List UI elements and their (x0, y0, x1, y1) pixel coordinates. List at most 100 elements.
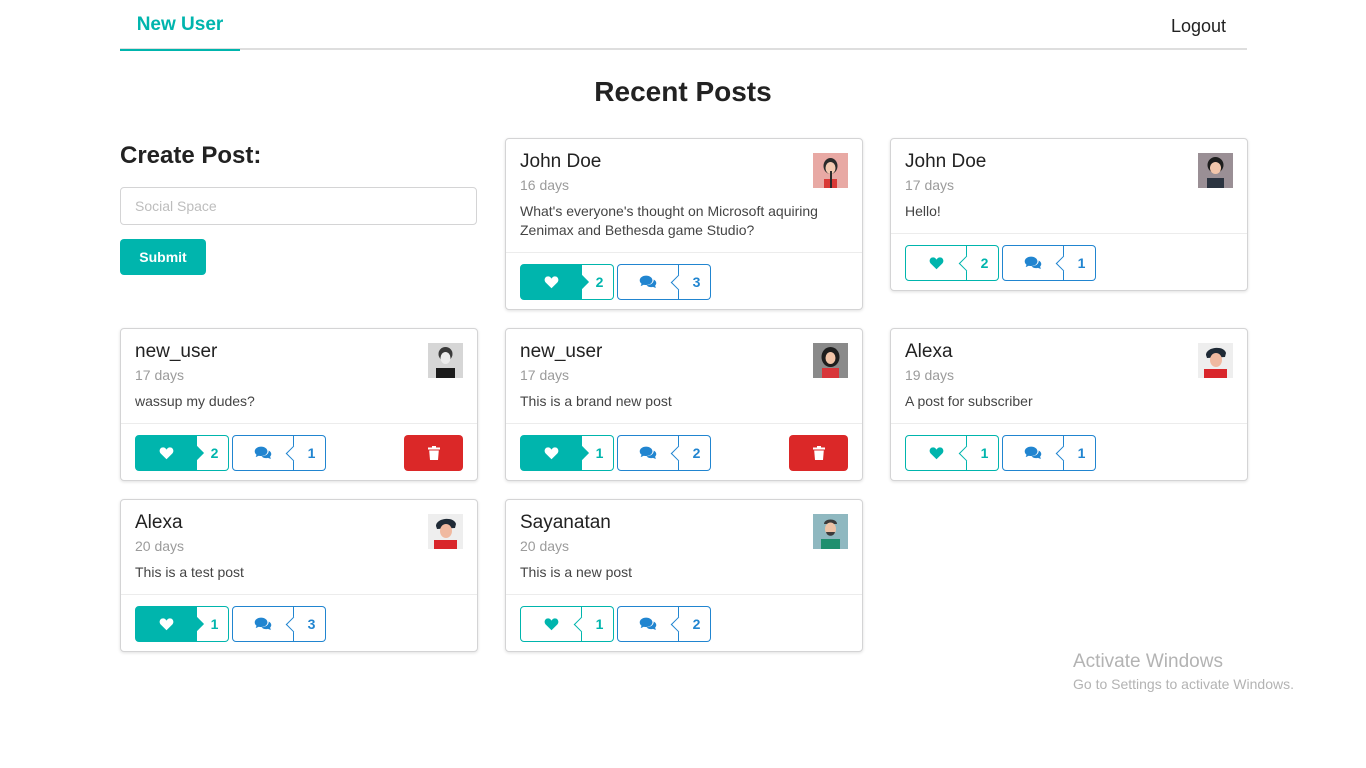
watermark-subtitle: Go to Settings to activate Windows. (1073, 676, 1294, 692)
post-time[interactable]: 19 days (905, 367, 1233, 383)
post-author[interactable]: new_user (520, 341, 848, 363)
post-author[interactable]: Alexa (905, 341, 1233, 363)
submit-button[interactable]: Submit (120, 239, 206, 275)
post-actions: 2 1 (891, 233, 1247, 290)
post-author[interactable]: new_user (135, 341, 463, 363)
logout-link[interactable]: Logout (1171, 0, 1226, 50)
post-card: John Doe 16 days What's everyone's thoug… (505, 138, 863, 310)
comment-button[interactable]: 3 (232, 606, 326, 642)
top-menu: New User Logout (120, 0, 1247, 51)
like-button-face (520, 264, 582, 300)
post-body: Hello! (905, 203, 941, 219)
post-content: Sayanatan 20 days This is a new post (506, 500, 862, 594)
like-button[interactable]: 1 (135, 606, 229, 642)
post-card: Alexa 19 days A post for subscriber 1 1 (890, 328, 1248, 481)
post-card: new_user 17 days wassup my dudes? 2 1 (120, 328, 478, 481)
like-button[interactable]: 2 (520, 264, 614, 300)
activate-windows-watermark: Activate Windows Go to Settings to activ… (1073, 651, 1294, 692)
comments-icon (639, 275, 657, 289)
post-author[interactable]: Sayanatan (520, 512, 848, 534)
post-actions: 1 2 (506, 423, 862, 480)
post-body: A post for subscriber (905, 393, 1033, 409)
heart-icon (159, 447, 173, 460)
tab-new-user[interactable]: New User (120, 0, 240, 51)
like-button[interactable]: 1 (520, 435, 614, 471)
comment-button[interactable]: 2 (617, 606, 711, 642)
post-time[interactable]: 17 days (520, 367, 848, 383)
comment-button[interactable]: 1 (1002, 435, 1096, 471)
delete-post-button[interactable] (789, 435, 848, 471)
like-button[interactable]: 1 (520, 606, 614, 642)
like-count: 1 (197, 606, 229, 642)
post-time[interactable]: 20 days (135, 538, 463, 554)
post-content: Alexa 20 days This is a test post (121, 500, 477, 594)
comment-count: 3 (294, 606, 326, 642)
post-time[interactable]: 17 days (135, 367, 463, 383)
post-body-input[interactable] (120, 187, 477, 225)
avatar (428, 514, 463, 549)
post-time[interactable]: 20 days (520, 538, 848, 554)
heart-icon (929, 447, 943, 460)
post-actions: 1 2 (506, 594, 862, 651)
post-body: This is a new post (520, 564, 633, 580)
like-count: 2 (197, 435, 229, 471)
post-actions: 2 3 (506, 252, 862, 309)
comments-icon (639, 446, 657, 460)
comments-icon (639, 617, 657, 631)
trash-icon (427, 446, 440, 460)
post-content: John Doe 17 days Hello! (891, 139, 1247, 233)
post-author[interactable]: Alexa (135, 512, 463, 534)
heart-icon (544, 447, 558, 460)
avatar (428, 343, 463, 378)
post-card: Sayanatan 20 days This is a new post 1 2 (505, 499, 863, 652)
post-content: new_user 17 days wassup my dudes? (121, 329, 477, 423)
post-body: What's everyone's thought on Microsoft a… (520, 203, 818, 238)
comments-icon (1024, 446, 1042, 460)
post-body: wassup my dudes? (135, 393, 255, 409)
post-body: This is a test post (135, 564, 244, 580)
avatar (1198, 343, 1233, 378)
heart-icon (159, 618, 173, 631)
post-actions: 1 1 (891, 423, 1247, 480)
post-content: John Doe 16 days What's everyone's thoug… (506, 139, 862, 252)
post-card: new_user 17 days This is a brand new pos… (505, 328, 863, 481)
like-count: 1 (582, 606, 614, 642)
avatar (1198, 153, 1233, 188)
comment-count: 2 (679, 606, 711, 642)
like-button[interactable]: 2 (135, 435, 229, 471)
post-author[interactable]: John Doe (905, 151, 1233, 173)
post-card: Alexa 20 days This is a test post 1 3 (120, 499, 478, 652)
comments-icon (254, 446, 272, 460)
comment-button[interactable]: 1 (1002, 245, 1096, 281)
post-content: Alexa 19 days A post for subscriber (891, 329, 1247, 423)
create-post-form: Create Post: Submit (120, 138, 477, 275)
like-count: 1 (967, 435, 999, 471)
comment-count: 3 (679, 264, 711, 300)
delete-post-button[interactable] (404, 435, 463, 471)
like-button-face (135, 435, 197, 471)
like-button-face (135, 606, 197, 642)
comments-icon (254, 617, 272, 631)
heart-icon (544, 276, 558, 289)
comment-button[interactable]: 1 (232, 435, 326, 471)
like-button[interactable]: 2 (905, 245, 999, 281)
heart-icon (544, 618, 558, 631)
comments-icon (1024, 256, 1042, 270)
like-button[interactable]: 1 (905, 435, 999, 471)
heart-icon (929, 257, 943, 270)
post-actions: 2 1 (121, 423, 477, 480)
post-body: This is a brand new post (520, 393, 672, 409)
post-card: John Doe 17 days Hello! 2 1 (890, 138, 1248, 291)
post-content: new_user 17 days This is a brand new pos… (506, 329, 862, 423)
create-post-title: Create Post: (120, 142, 262, 169)
comment-count: 1 (294, 435, 326, 471)
comment-button[interactable]: 3 (617, 264, 711, 300)
comment-count: 1 (1064, 435, 1096, 471)
comment-count: 2 (679, 435, 711, 471)
watermark-title: Activate Windows (1073, 651, 1223, 672)
post-time[interactable]: 16 days (520, 177, 848, 193)
post-actions: 1 3 (121, 594, 477, 651)
comment-button[interactable]: 2 (617, 435, 711, 471)
post-time[interactable]: 17 days (905, 177, 1233, 193)
post-author[interactable]: John Doe (520, 151, 848, 173)
